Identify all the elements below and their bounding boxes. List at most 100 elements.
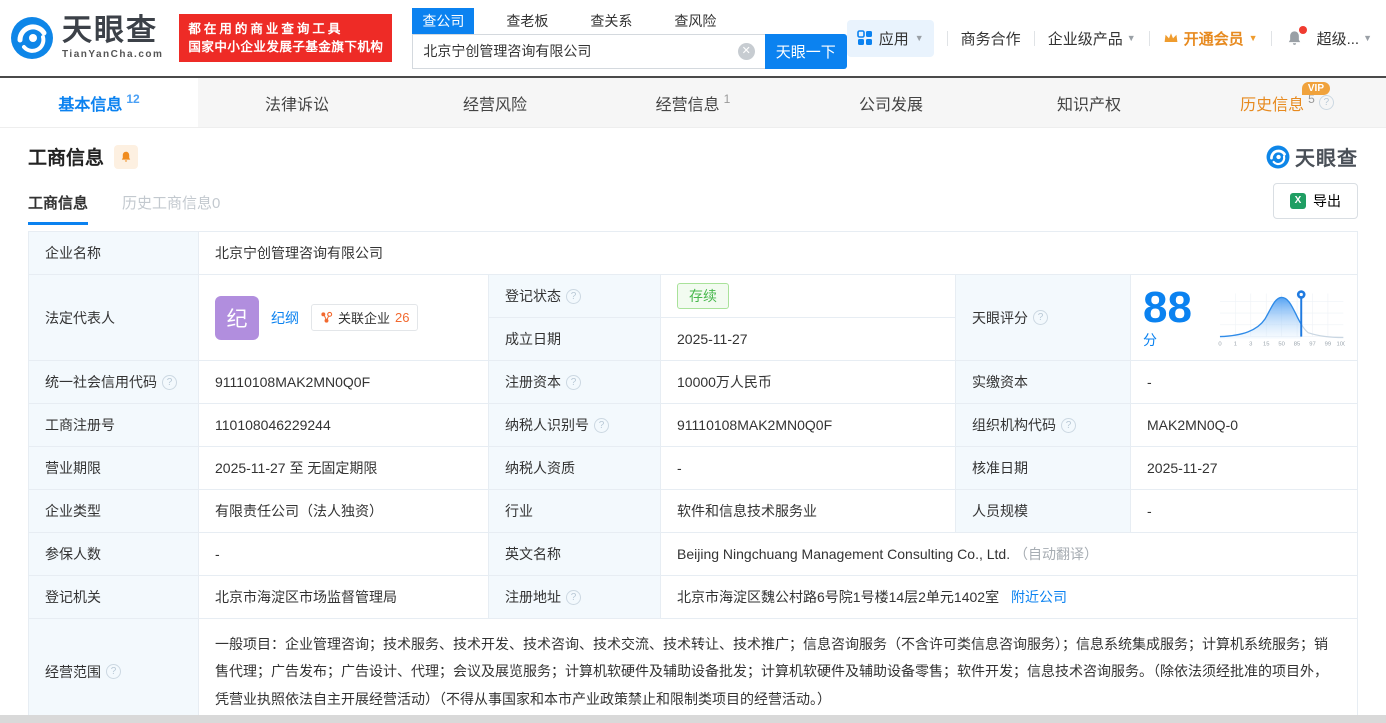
nearby-companies-link[interactable]: 附近公司 xyxy=(1011,589,1067,605)
field-label: 纳税人资质 xyxy=(488,446,661,490)
tab-intellectual-property[interactable]: 知识产权 xyxy=(990,78,1188,127)
legal-rep-link[interactable]: 纪纲 xyxy=(271,308,299,328)
tab-label: 公司发展 xyxy=(858,96,923,114)
reg-authority-value: 北京市海淀区市场监督管理局 xyxy=(198,575,489,619)
bell-icon xyxy=(121,151,131,162)
staff-size-value: - xyxy=(1130,489,1358,533)
tab-legal-litigation[interactable]: 法律诉讼 xyxy=(198,78,396,127)
help-icon[interactable] xyxy=(566,589,581,605)
svg-text:85: 85 xyxy=(1294,341,1301,347)
related-companies-badge[interactable]: 关联企业 26 xyxy=(311,304,419,331)
notification-bell[interactable] xyxy=(1285,25,1307,48)
tab-label: 法律诉讼 xyxy=(264,96,329,114)
logo-text: 天眼查 xyxy=(62,14,158,47)
export-button[interactable]: X 导出 xyxy=(1273,183,1358,219)
nav-enterprise[interactable]: 企业级产品 ▼ xyxy=(1048,28,1136,49)
svg-text:1: 1 xyxy=(1233,341,1236,347)
field-label: 注册资本 xyxy=(488,360,661,404)
search-area: 查公司 查老板 查关系 查风险 ✕ 天眼一下 xyxy=(412,7,847,69)
tab-business-info[interactable]: 经营信息 1 xyxy=(594,78,792,127)
org-code-value: MAK2MN0Q-0 xyxy=(1130,403,1358,447)
search-tab-risk[interactable]: 查风险 xyxy=(664,8,726,34)
search-tab-boss[interactable]: 查老板 xyxy=(496,8,558,34)
tianyancha-logo[interactable]: 天眼查 TianYanCha.com xyxy=(10,16,163,60)
business-term-value: 2025-11-27 至 无固定期限 xyxy=(198,446,489,490)
tab-operation-risk[interactable]: 经营风险 xyxy=(396,78,594,127)
help-icon[interactable] xyxy=(566,288,581,304)
table-row: 法定代表人 纪 纪纲 关联企业 26 登记状态 ? 存续 天眼评分 ? 88分 … xyxy=(28,274,1358,361)
field-label: 实缴资本 xyxy=(955,360,1131,404)
search-button[interactable]: 天眼一下 xyxy=(764,33,847,69)
chevron-down-icon: ▼ xyxy=(914,33,924,43)
chevron-down-icon: ▼ xyxy=(1126,33,1136,43)
divider xyxy=(946,30,948,46)
chevron-down-icon: ▼ xyxy=(1248,33,1258,43)
reg-number-value: 110108046229244 xyxy=(198,403,489,447)
tianyancha-logo-icon xyxy=(1266,145,1290,168)
taxpayer-quality-value: - xyxy=(660,446,956,490)
score-distribution-chart: 0 1 3 15 50 85 97 99 100 xyxy=(1218,289,1345,347)
field-label: 人员规模 xyxy=(955,489,1131,533)
open-vip-button[interactable]: 开通会员 ▼ xyxy=(1163,28,1258,49)
svg-text:100: 100 xyxy=(1336,341,1345,347)
business-info-section: 工商信息 天眼查 工商信息 历史工商信息0 X 导出 xyxy=(0,128,1386,225)
tab-company-development[interactable]: 公司发展 xyxy=(792,78,990,127)
monitor-bell-button[interactable] xyxy=(114,144,139,169)
search-tab-company[interactable]: 查公司 xyxy=(412,7,475,34)
clear-icon[interactable]: ✕ xyxy=(737,42,755,60)
subtab-current-business-info[interactable]: 工商信息 xyxy=(28,192,89,225)
svg-text:3: 3 xyxy=(1249,341,1252,347)
divider xyxy=(1033,30,1035,46)
table-row: 营业期限 2025-11-27 至 无固定期限 纳税人资质 - 核准日期 202… xyxy=(28,446,1358,490)
tab-history-info[interactable]: VIP 历史信息 5 xyxy=(1188,78,1386,127)
account-label: 超级... xyxy=(1316,30,1360,48)
subtab-history-business-info[interactable]: 历史工商信息0 xyxy=(122,192,220,225)
table-row: 参保人数 - 英文名称 Beijing Ningchuang Managemen… xyxy=(28,532,1358,576)
logo-domain: TianYanCha.com xyxy=(62,49,164,60)
related-companies-icon xyxy=(321,311,333,323)
field-label: 成立日期 xyxy=(488,317,661,361)
legal-rep-cell: 纪 纪纲 关联企业 26 xyxy=(198,274,489,361)
svg-text:97: 97 xyxy=(1309,341,1316,347)
vip-label: 开通会员 xyxy=(1183,30,1244,48)
score-cell: 88分 0 1 3 15 50 85 97 99 100 xyxy=(1130,274,1358,361)
help-icon[interactable] xyxy=(1033,310,1048,325)
avatar[interactable]: 纪 xyxy=(215,295,259,340)
excel-icon: X xyxy=(1290,193,1306,209)
field-label: 纳税人识别号 xyxy=(488,403,661,447)
help-icon[interactable] xyxy=(162,374,177,390)
search-input[interactable] xyxy=(412,33,765,69)
help-icon[interactable] xyxy=(106,664,121,680)
tab-label: 经营信息 xyxy=(655,96,720,114)
paid-capital-value: - xyxy=(1130,360,1358,404)
field-label: 法定代表人 xyxy=(28,274,199,361)
help-icon[interactable] xyxy=(594,417,609,433)
apps-grid-icon xyxy=(856,30,872,45)
help-icon[interactable] xyxy=(1318,95,1334,110)
help-icon[interactable] xyxy=(566,374,581,390)
field-label: 参保人数 xyxy=(28,532,199,576)
export-label: 导出 xyxy=(1313,193,1341,209)
tab-basic-info[interactable]: 基本信息 12 xyxy=(0,78,198,127)
divider xyxy=(1270,30,1272,46)
reg-address-value: 北京市海淀区魏公村路6号院1号楼14层2单元1402室 xyxy=(677,589,1000,605)
svg-text:15: 15 xyxy=(1263,341,1270,347)
tianyancha-logo-icon xyxy=(11,17,53,59)
establish-date-value: 2025-11-27 xyxy=(660,317,956,361)
approval-date-value: 2025-11-27 xyxy=(1130,446,1358,490)
field-label: 注册地址 xyxy=(488,575,661,619)
company-name-value: 北京宁创管理咨询有限公司 xyxy=(198,231,1358,275)
score-number: 88 xyxy=(1143,282,1192,332)
search-tab-relation[interactable]: 查关系 xyxy=(580,8,642,34)
svg-text:99: 99 xyxy=(1324,341,1331,347)
field-label: 组织机构代码 xyxy=(955,403,1131,447)
nav-account[interactable]: 超级... ▼ xyxy=(1317,28,1372,49)
apps-menu[interactable]: 应用 ▼ xyxy=(846,19,934,57)
help-icon[interactable] xyxy=(1061,417,1076,433)
nav-cooperation[interactable]: 商务合作 xyxy=(961,28,1021,49)
related-label: 关联企业 xyxy=(338,311,391,326)
watermark-text: 天眼查 xyxy=(1295,148,1358,170)
chevron-down-icon: ▼ xyxy=(1363,33,1372,43)
related-count: 26 xyxy=(395,310,410,325)
field-label: 企业名称 xyxy=(28,231,199,275)
